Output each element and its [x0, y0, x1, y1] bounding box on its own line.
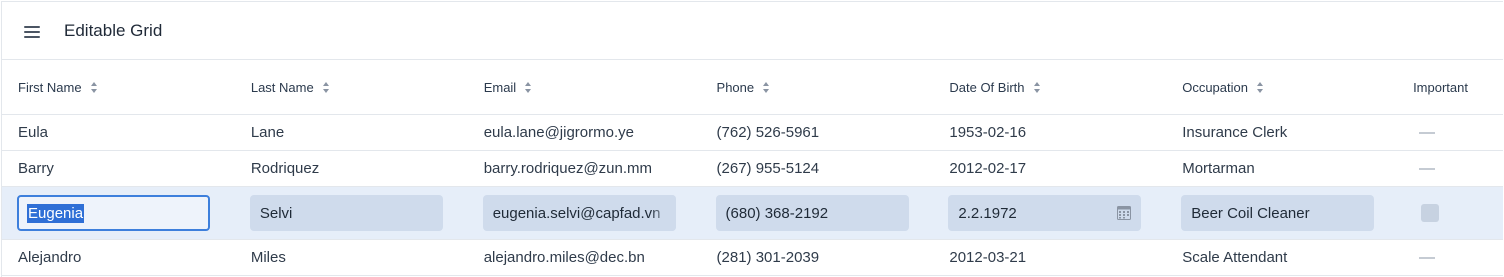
cell-occupation[interactable]: Scale Attendant	[1166, 249, 1399, 266]
column-header-important: Important	[1399, 80, 1503, 95]
cell-last-name[interactable]: Rodriquez	[235, 160, 468, 177]
cell-important[interactable]	[1399, 160, 1503, 177]
overflow-fade	[649, 195, 676, 231]
column-header-label: Last Name	[250, 79, 314, 95]
edit-cell-last-name: Selvi	[235, 195, 468, 231]
dash-icon	[1419, 257, 1436, 260]
hamburger-menu-icon[interactable]	[24, 24, 42, 38]
column-header-label: Occupation	[1182, 79, 1248, 95]
email-value: eugenia.selvi@capfad.vn	[492, 204, 661, 222]
date-of-birth-value: 2.2.1972	[958, 204, 1017, 222]
edit-cell-important	[1399, 204, 1503, 222]
sort-icon[interactable]	[763, 81, 770, 93]
calendar-icon[interactable]	[1117, 205, 1132, 220]
cell-last-name[interactable]: Lane	[235, 124, 468, 141]
cell-last-name[interactable]: Miles	[235, 249, 468, 266]
grid-header-row: First Name Last Name Email Phone Date Of…	[2, 60, 1503, 115]
edit-cell-email: eugenia.selvi@capfad.vn	[468, 195, 701, 231]
table-row[interactable]: Eula Lane eula.lane@jigrormo.ye (762) 52…	[2, 115, 1503, 151]
app-header: Editable Grid	[2, 2, 1503, 60]
edit-cell-first-name: Eugenia	[2, 195, 235, 231]
dash-icon	[1419, 132, 1436, 135]
column-header-phone[interactable]: Phone	[701, 80, 934, 95]
sort-icon[interactable]	[1033, 81, 1041, 93]
email-input[interactable]: eugenia.selvi@capfad.vn	[482, 195, 676, 231]
page-title: Editable Grid	[64, 20, 163, 40]
column-header-last-name[interactable]: Last Name	[235, 80, 468, 95]
column-header-label: Important	[1413, 79, 1468, 95]
column-header-first-name[interactable]: First Name	[2, 80, 235, 95]
first-name-value: Eugenia	[27, 203, 85, 223]
column-header-label: Email	[483, 79, 517, 95]
cell-occupation[interactable]: Mortarman	[1166, 160, 1399, 177]
table-row[interactable]: Alejandro Miles alejandro.miles@dec.bn (…	[2, 240, 1503, 276]
column-header-date-of-birth[interactable]: Date Of Birth	[933, 80, 1166, 95]
column-header-email[interactable]: Email	[468, 80, 701, 95]
column-header-label: First Name	[18, 79, 82, 95]
cell-important[interactable]	[1399, 249, 1503, 266]
cell-email[interactable]: eula.lane@jigrormo.ye	[468, 124, 701, 141]
last-name-value: Selvi	[259, 204, 293, 222]
occupation-value: Beer Coil Cleaner	[1191, 204, 1310, 222]
cell-first-name[interactable]: Barry	[2, 160, 235, 177]
sort-icon[interactable]	[1256, 81, 1264, 93]
editing-row[interactable]: Eugenia Selvi eugenia.selvi@capfad.vn (6…	[2, 187, 1503, 240]
occupation-input[interactable]: Beer Coil Cleaner	[1181, 195, 1375, 231]
sort-icon[interactable]	[322, 81, 330, 93]
table-row[interactable]: Barry Rodriquez barry.rodriquez@zun.mm (…	[2, 151, 1503, 187]
sort-icon[interactable]	[90, 81, 98, 93]
cell-phone[interactable]: (281) 301-2039	[701, 249, 934, 266]
column-header-label: Date Of Birth	[949, 79, 1025, 95]
dash-icon	[1419, 168, 1436, 171]
last-name-input[interactable]: Selvi	[249, 195, 443, 231]
edit-cell-occupation: Beer Coil Cleaner	[1166, 195, 1399, 231]
sort-icon[interactable]	[525, 81, 532, 93]
cell-date-of-birth[interactable]: 2012-03-21	[933, 249, 1166, 266]
cell-date-of-birth[interactable]: 1953-02-16	[933, 124, 1166, 141]
cell-first-name[interactable]: Alejandro	[2, 249, 235, 266]
cell-occupation[interactable]: Insurance Clerk	[1166, 124, 1399, 141]
edit-cell-date-of-birth: 2.2.1972	[933, 195, 1166, 231]
date-of-birth-picker[interactable]: 2.2.1972	[948, 195, 1142, 231]
phone-input[interactable]: (680) 368-2192	[715, 195, 909, 231]
cell-phone[interactable]: (267) 955-5124	[701, 160, 934, 177]
edit-cell-phone: (680) 368-2192	[701, 195, 934, 231]
important-checkbox[interactable]	[1421, 204, 1440, 222]
phone-value: (680) 368-2192	[725, 204, 829, 222]
cell-date-of-birth[interactable]: 2012-02-17	[933, 160, 1166, 177]
column-header-label: Phone	[716, 79, 755, 95]
app-frame: Editable Grid First Name Last Name Email…	[1, 1, 1503, 277]
cell-email[interactable]: barry.rodriquez@zun.mm	[468, 160, 701, 177]
editable-grid: First Name Last Name Email Phone Date Of…	[2, 60, 1503, 276]
cell-important[interactable]	[1399, 124, 1503, 141]
cell-first-name[interactable]: Eula	[2, 124, 235, 141]
first-name-input[interactable]: Eugenia	[17, 195, 210, 231]
cell-phone[interactable]: (762) 526-5961	[701, 124, 934, 141]
column-header-occupation[interactable]: Occupation	[1166, 80, 1399, 95]
cell-email[interactable]: alejandro.miles@dec.bn	[468, 249, 701, 266]
